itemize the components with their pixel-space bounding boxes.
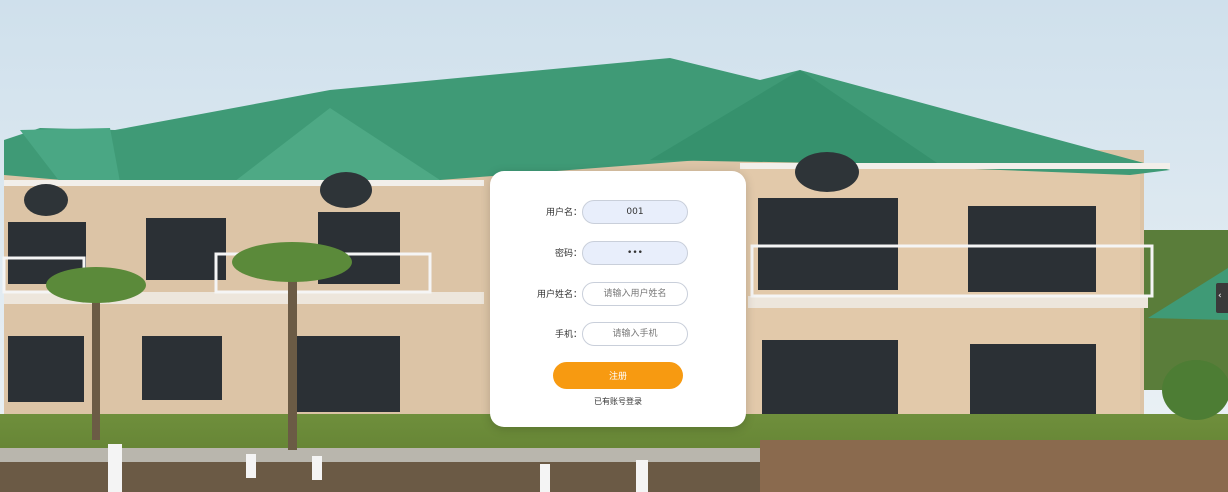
- chevron-left-icon: ‹: [1218, 291, 1222, 301]
- realname-row: 用户姓名：: [490, 282, 746, 308]
- password-label: 密码：: [554, 249, 582, 259]
- phone-label: 手机：: [554, 330, 582, 340]
- login-link[interactable]: 已有账号登录: [490, 396, 746, 407]
- password-row: 密码：: [490, 241, 746, 267]
- register-button[interactable]: 注册: [553, 362, 683, 389]
- realname-label: 用户姓名：: [536, 290, 582, 300]
- phone-row: 手机：: [490, 322, 746, 348]
- side-toggle-button[interactable]: ‹: [1216, 283, 1228, 313]
- phone-input[interactable]: [582, 322, 688, 346]
- username-row: 用户名：: [490, 200, 746, 226]
- password-input[interactable]: [582, 241, 688, 265]
- username-input[interactable]: [582, 200, 688, 224]
- register-form-panel: 用户名： 密码： 用户姓名： 手机： 注册 已有账号登录: [490, 171, 746, 427]
- username-label: 用户名：: [545, 208, 582, 218]
- realname-input[interactable]: [582, 282, 688, 306]
